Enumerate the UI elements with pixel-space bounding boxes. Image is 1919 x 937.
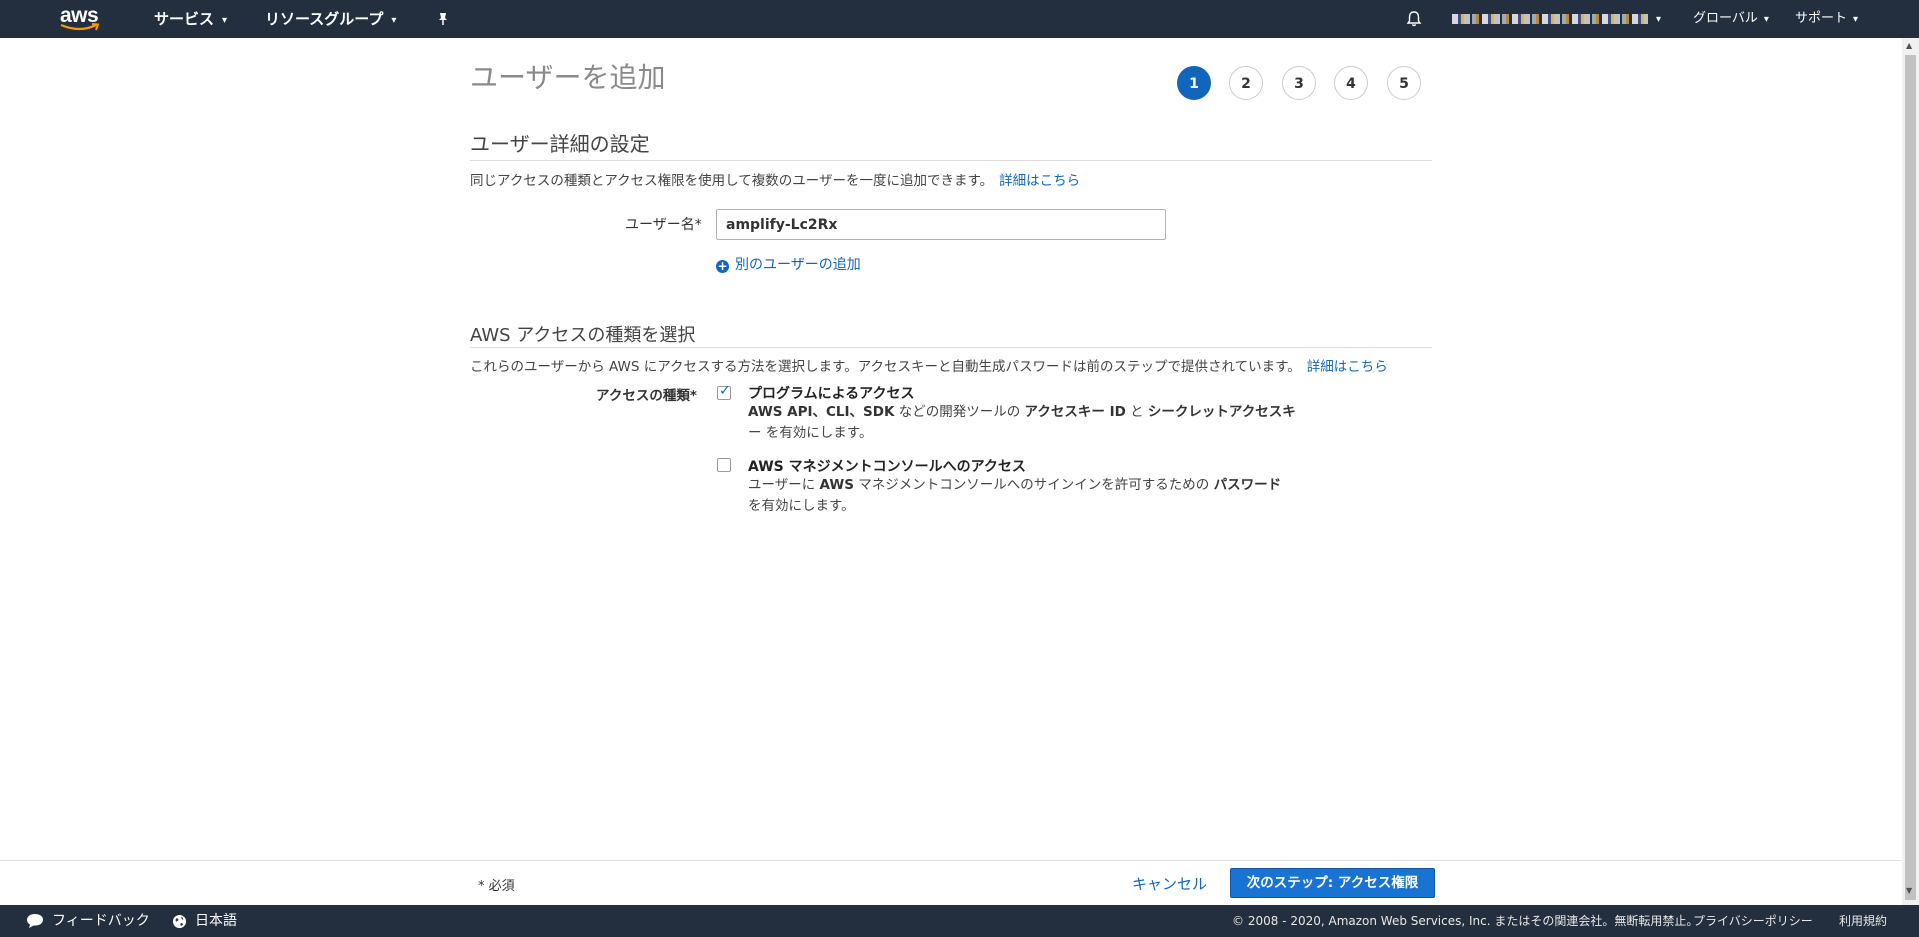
desc-text: などの開発ツールの — [894, 404, 1025, 420]
action-bar: * 必須 キャンセル 次のステップ: アクセス権限 — [0, 860, 1902, 906]
feedback-label: フィードバック — [52, 913, 150, 929]
cancel-button[interactable]: キャンセル — [1132, 873, 1207, 894]
step-1[interactable]: 1 — [1177, 66, 1211, 100]
access-type-description-text: これらのユーザーから AWS にアクセスする方法を選択します。アクセスキーと自動… — [470, 359, 1301, 375]
step-5[interactable]: 5 — [1387, 66, 1421, 100]
learn-more-link[interactable]: 詳細はこちら — [999, 173, 1080, 189]
section-divider — [470, 347, 1432, 348]
desc-bold: パスワード — [1213, 477, 1282, 493]
desc-bold: アクセスキー ID — [1024, 404, 1126, 420]
chevron-down-icon: ▾ — [1763, 14, 1769, 25]
page-title: ユーザーを追加 — [470, 61, 666, 94]
desc-text: と — [1125, 404, 1148, 420]
region-label: グローバル — [1693, 11, 1758, 26]
pushpin-icon — [439, 13, 447, 25]
pin-icon[interactable] — [436, 0, 450, 38]
access-type-description: これらのユーザーから AWS にアクセスする方法を選択します。アクセスキーと自動… — [470, 355, 1388, 375]
desc-text: を有効にします。 — [748, 498, 855, 514]
speech-bubble-icon — [27, 914, 43, 928]
console-access-title: AWS マネジメントコンソールへのアクセス — [748, 459, 1026, 475]
top-navigation: aws サービス ▾ リソースグループ ▾ ▾ グローバル ▾ サポート ▾ — [0, 0, 1919, 38]
region-menu[interactable]: グローバル ▾ — [1693, 0, 1769, 38]
page-scrollbar[interactable]: ▲ ▼ — [1902, 38, 1919, 905]
chevron-down-icon: ▾ — [1656, 14, 1662, 25]
checkmark-icon: ✓ — [719, 383, 731, 399]
resource-groups-label: リソースグループ — [265, 10, 384, 28]
chevron-down-icon: ▾ — [391, 15, 397, 26]
desc-bold: AWS API、CLI、SDK — [748, 404, 895, 420]
scroll-down-arrow-icon[interactable]: ▼ — [1906, 886, 1912, 895]
support-menu[interactable]: サポート ▾ — [1795, 0, 1858, 38]
footer: フィードバック 日本語 © 2008 - 2020, Amazon Web Se… — [0, 905, 1919, 937]
aws-smile-icon — [60, 23, 100, 31]
step-2[interactable]: 2 — [1229, 66, 1263, 100]
programmatic-access-title: プログラムによるアクセス — [748, 386, 915, 402]
console-access-description: ユーザーに AWS マネジメントコンソールへのサインインを許可するための パスワ… — [748, 475, 1308, 517]
account-menu[interactable]: ▾ — [1452, 0, 1661, 38]
copyright-text: © 2008 - 2020, Amazon Web Services, Inc.… — [1232, 914, 1699, 928]
desc-text: マネジメントコンソールへのサインインを許可するための — [854, 477, 1214, 493]
privacy-policy-link[interactable]: プライバシーポリシー — [1693, 905, 1813, 937]
resource-groups-menu[interactable]: リソースグループ ▾ — [265, 0, 396, 38]
desc-text: ー を有効にします。 — [748, 425, 873, 441]
notifications-bell-icon[interactable] — [1406, 0, 1422, 38]
aws-logo[interactable]: aws — [58, 4, 102, 32]
access-type-heading: AWS アクセスの種類を選択 — [470, 325, 696, 346]
bell-icon — [1406, 10, 1422, 26]
programmatic-access-description: AWS API、CLI、SDK などの開発ツールの アクセスキー ID と シー… — [748, 402, 1308, 444]
programmatic-access-checkbox[interactable]: ✓ — [717, 383, 731, 400]
access-type-label: アクセスの種類* — [596, 388, 697, 404]
add-another-user-link[interactable]: + 別のユーザーの追加 — [716, 254, 861, 274]
feedback-button[interactable]: フィードバック — [26, 905, 150, 937]
learn-more-link[interactable]: 詳細はこちら — [1307, 359, 1388, 375]
language-label: 日本語 — [195, 913, 237, 929]
section-divider — [470, 160, 1432, 161]
step-3[interactable]: 3 — [1282, 66, 1316, 100]
terms-of-use-link[interactable]: 利用規約 — [1839, 905, 1887, 937]
globe-icon — [172, 914, 187, 928]
scroll-up-arrow-icon[interactable]: ▲ — [1906, 41, 1912, 50]
scrollbar-thumb[interactable] — [1905, 55, 1916, 900]
plus-circle-icon: + — [716, 259, 729, 273]
desc-text: ユーザーに — [748, 477, 820, 493]
username-input[interactable] — [716, 209, 1166, 240]
language-selector[interactable]: 日本語 — [172, 905, 237, 937]
user-details-description-text: 同じアクセスの種類とアクセス権限を使用して複数のユーザーを一度に追加できます。 — [470, 173, 994, 189]
services-menu[interactable]: サービス ▾ — [154, 0, 227, 38]
step-4[interactable]: 4 — [1334, 66, 1368, 100]
required-note: * 必須 — [478, 879, 515, 894]
user-details-heading: ユーザー詳細の設定 — [470, 132, 650, 156]
services-menu-label: サービス — [154, 10, 215, 28]
chevron-down-icon: ▾ — [1853, 14, 1859, 25]
user-details-description: 同じアクセスの種類とアクセス権限を使用して複数のユーザーを一度に追加できます。詳… — [470, 169, 1080, 189]
account-name-redacted — [1452, 13, 1648, 24]
desc-bold: AWS — [819, 477, 854, 493]
desc-bold: シークレットアクセスキ — [1147, 404, 1296, 420]
add-another-user-label: 別のユーザーの追加 — [735, 257, 861, 273]
console-access-checkbox[interactable] — [717, 458, 731, 472]
support-label: サポート — [1795, 11, 1848, 26]
chevron-down-icon: ▾ — [222, 15, 228, 26]
next-step-button[interactable]: 次のステップ: アクセス権限 — [1230, 868, 1435, 898]
